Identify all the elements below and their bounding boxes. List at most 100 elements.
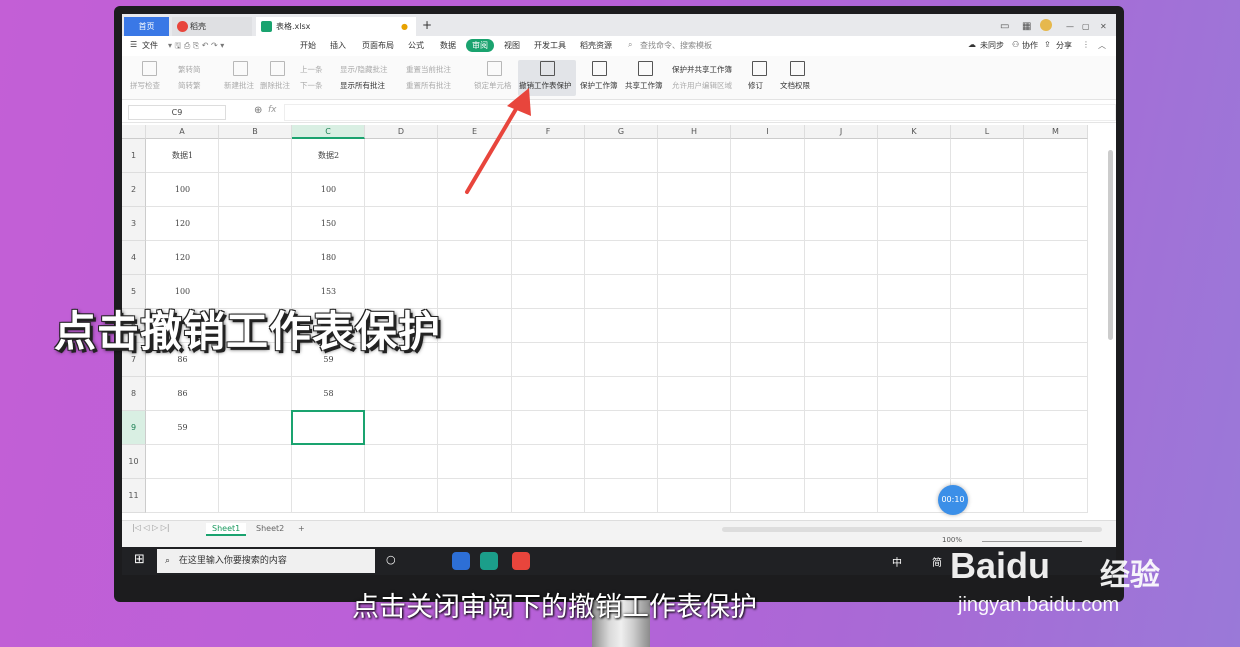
row-header-1[interactable]: 1 <box>122 139 146 173</box>
cell-a3[interactable]: 120 <box>146 207 219 241</box>
row-header-11[interactable]: 11 <box>122 479 146 513</box>
collapse-ribbon-icon[interactable]: ︿ <box>1098 40 1106 51</box>
more-icon[interactable]: ⋮ <box>1082 40 1090 49</box>
skin-icon[interactable]: ▦ <box>1022 17 1031 36</box>
simp-to-trad-button[interactable]: 简转繁 <box>178 80 201 91</box>
share-workbook-button[interactable]: 共享工作簿 <box>625 80 663 91</box>
cell-c1[interactable]: 数据2 <box>292 139 365 173</box>
new-comment-button[interactable]: 新建批注 <box>224 80 254 91</box>
trad-to-simp-button[interactable]: 繁转简 <box>178 64 201 75</box>
row-header-4[interactable]: 4 <box>122 241 146 275</box>
select-all-corner[interactable] <box>122 125 146 139</box>
window-layout-icon[interactable]: ▭ <box>1000 17 1009 36</box>
cell-c2[interactable]: 100 <box>292 173 365 207</box>
edge-taskbar-icon[interactable] <box>480 552 498 570</box>
column-header-d[interactable]: D <box>365 125 438 139</box>
collab-button[interactable]: 协作 <box>1022 40 1038 51</box>
sheet-tab-1[interactable]: Sheet1 <box>206 523 247 536</box>
wps-taskbar-icon[interactable] <box>512 552 530 570</box>
close-button[interactable]: ✕ <box>1100 17 1107 36</box>
menu-start[interactable]: 开始 <box>300 40 316 51</box>
ime-indicator[interactable]: 中 <box>892 554 902 569</box>
horizontal-scrollbar[interactable] <box>722 527 1102 532</box>
quick-access-toolbar[interactable]: ▾ 🖫 ⎙ ⎘ ↶ ↷ ▾ <box>168 40 224 54</box>
formula-input[interactable] <box>284 104 1116 121</box>
show-hide-comment-button[interactable]: 显示/隐藏批注 <box>340 64 388 75</box>
cell-a1[interactable]: 数据1 <box>146 139 219 173</box>
ime-mode-indicator[interactable]: 简 <box>932 554 942 569</box>
row-header-10[interactable]: 10 <box>122 445 146 479</box>
sync-status[interactable]: 未同步 <box>980 40 1004 51</box>
windows-start-icon[interactable]: ⊞ <box>134 552 145 567</box>
zoom-level[interactable]: 100% <box>942 536 962 544</box>
sheet-tab-2[interactable]: Sheet2 <box>250 523 290 534</box>
protect-share-workbook-button[interactable]: 保护并共享工作簿 <box>672 64 732 75</box>
column-header-g[interactable]: G <box>585 125 658 139</box>
menu-page-layout[interactable]: 页面布局 <box>362 40 394 51</box>
cell-c4[interactable]: 180 <box>292 241 365 275</box>
minimize-button[interactable]: — <box>1066 17 1074 36</box>
vertical-scrollbar[interactable] <box>1108 150 1113 340</box>
menu-insert[interactable]: 插入 <box>330 40 346 51</box>
command-search[interactable]: 查找命令、搜索模板 <box>640 40 712 51</box>
column-header-a[interactable]: A <box>146 125 219 139</box>
sheet-nav-icons[interactable]: |◁ ◁ ▷ ▷| <box>132 523 170 532</box>
column-header-l[interactable]: L <box>951 125 1024 139</box>
tab-docer[interactable]: 稻壳 <box>172 17 252 36</box>
column-header-k[interactable]: K <box>878 125 951 139</box>
menu-review[interactable]: 审阅 <box>466 39 494 52</box>
share-button[interactable]: 分享 <box>1056 40 1072 51</box>
new-tab-button[interactable]: + <box>422 17 432 36</box>
zoom-slider[interactable] <box>982 541 1082 542</box>
name-box[interactable]: C9 <box>128 105 226 120</box>
reset-all-comments-button[interactable]: 重置所有批注 <box>406 80 451 91</box>
cell-c8[interactable]: 58 <box>292 377 365 411</box>
search-icon[interactable]: ⌕ <box>628 40 632 50</box>
column-header-c[interactable]: C <box>292 125 365 139</box>
spell-check-button[interactable]: 拼写检查 <box>130 80 160 91</box>
row-header-3[interactable]: 3 <box>122 207 146 241</box>
track-changes-button[interactable]: 修订 <box>748 80 763 91</box>
tab-file[interactable]: 表格.xlsx ● <box>256 17 416 36</box>
file-menu[interactable]: 文件 <box>142 40 158 51</box>
hamburger-icon[interactable]: ☰ <box>130 40 137 49</box>
selected-cell-outline[interactable] <box>291 410 365 445</box>
cell-a4[interactable]: 120 <box>146 241 219 275</box>
tab-file-label: 表格.xlsx <box>276 22 311 31</box>
menu-view[interactable]: 视图 <box>504 40 520 51</box>
column-header-i[interactable]: I <box>731 125 805 139</box>
column-header-b[interactable]: B <box>219 125 292 139</box>
show-all-comments-button[interactable]: 显示所有批注 <box>340 80 385 91</box>
menu-developer[interactable]: 开发工具 <box>534 40 566 51</box>
column-header-h[interactable]: H <box>658 125 731 139</box>
add-sheet-button[interactable]: + <box>292 523 311 534</box>
column-header-j[interactable]: J <box>805 125 878 139</box>
menu-docer-resources[interactable]: 稻壳资源 <box>580 40 612 51</box>
prev-comment-button[interactable]: 上一条 <box>300 64 323 75</box>
protect-workbook-button[interactable]: 保护工作簿 <box>580 80 618 91</box>
cell-a9[interactable]: 59 <box>146 411 219 445</box>
cell-a2[interactable]: 100 <box>146 173 219 207</box>
doc-permissions-button[interactable]: 文档权限 <box>780 80 810 91</box>
column-header-m[interactable]: M <box>1024 125 1088 139</box>
fx-icon[interactable]: fx <box>268 105 277 115</box>
browser-taskbar-icon[interactable] <box>452 552 470 570</box>
cell-a8[interactable]: 86 <box>146 377 219 411</box>
avatar[interactable] <box>1040 19 1052 31</box>
grid-line <box>146 376 1088 377</box>
delete-comment-button[interactable]: 删除批注 <box>260 80 290 91</box>
task-view-icon[interactable]: ○ <box>386 553 396 566</box>
reset-current-comment-button[interactable]: 重置当前批注 <box>406 64 451 75</box>
allow-edit-ranges-button[interactable]: 允许用户编辑区域 <box>672 80 732 91</box>
row-header-9[interactable]: 9 <box>122 411 146 445</box>
menu-data[interactable]: 数据 <box>440 40 456 51</box>
row-header-2[interactable]: 2 <box>122 173 146 207</box>
restore-button[interactable]: ▢ <box>1082 17 1090 36</box>
next-comment-button[interactable]: 下一条 <box>300 80 323 91</box>
cell-c3[interactable]: 150 <box>292 207 365 241</box>
zoom-formula-icon[interactable]: ⊕ <box>254 105 262 116</box>
menu-formula[interactable]: 公式 <box>408 40 424 51</box>
tab-home[interactable]: 首页 <box>124 17 169 36</box>
taskbar-search[interactable]: ⌕ 在这里输入你要搜索的内容 <box>157 549 375 573</box>
row-header-8[interactable]: 8 <box>122 377 146 411</box>
